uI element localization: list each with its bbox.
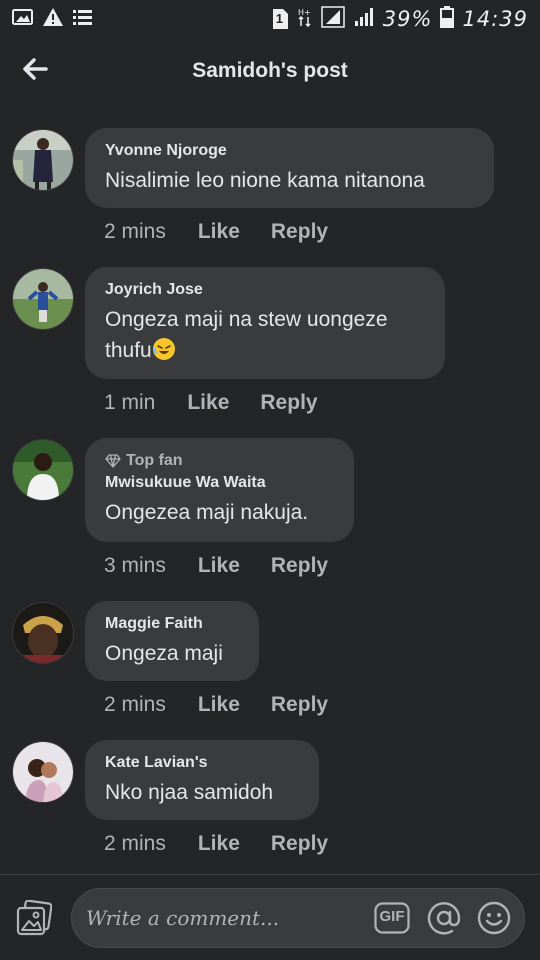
comment-author[interactable]: Joyrich Jose: [105, 281, 425, 299]
comment-input-container: GIF: [71, 888, 525, 948]
list-icon: [72, 8, 94, 31]
comment-actions: 3 mins Like Reply: [104, 554, 328, 578]
avatar[interactable]: [12, 268, 74, 330]
reply-button[interactable]: Reply: [271, 832, 328, 856]
comment-composer: GIF: [0, 875, 540, 960]
app-header: Samidoh's post: [0, 38, 540, 108]
comment-bubble[interactable]: Top fan Mwisukuue Wa Waita Ongezea maji …: [85, 438, 354, 542]
avatar[interactable]: [12, 129, 74, 191]
comment-author[interactable]: Mwisukuue Wa Waita: [105, 474, 334, 492]
reply-button[interactable]: Reply: [260, 391, 317, 415]
like-button[interactable]: Like: [198, 220, 240, 244]
comment-actions: 2 mins Like Reply: [104, 832, 328, 856]
reply-button[interactable]: Reply: [271, 220, 328, 244]
reply-button[interactable]: Reply: [271, 693, 328, 717]
top-fan-badge: Top fan: [105, 452, 334, 470]
comment-actions: 1 min Like Reply: [104, 391, 318, 415]
reply-button[interactable]: Reply: [271, 554, 328, 578]
comment-author[interactable]: Kate Lavian's: [105, 754, 299, 772]
comment-item: Joyrich Jose Ongeza maji na stew uongeze…: [0, 265, 540, 425]
avatar[interactable]: [12, 439, 74, 501]
smiley-icon: [477, 901, 511, 935]
at-icon: [427, 902, 461, 935]
clock: 14:39: [462, 7, 528, 31]
warning-icon: [42, 7, 64, 32]
comment-actions: 2 mins Like Reply: [104, 693, 328, 717]
comment-author[interactable]: Yvonne Njoroge: [105, 142, 474, 160]
sim-icon: 1: [271, 8, 289, 30]
comment-item: Yvonne Njoroge Nisalimie leo nione kama …: [0, 126, 540, 256]
svg-text:H+: H+: [298, 8, 311, 17]
status-bar: 1 H+ 39% 14:39: [0, 0, 540, 38]
comment-time[interactable]: 1 min: [104, 391, 155, 415]
status-left: [12, 7, 94, 32]
avatar[interactable]: [12, 602, 74, 664]
signal-bars-icon: [353, 7, 375, 32]
gif-label: GIF: [379, 908, 405, 925]
comment-time[interactable]: 3 mins: [104, 554, 166, 578]
comment-text: Nko njaa samidoh: [105, 781, 274, 804]
comment-text: Ongeza maji: [105, 642, 223, 665]
sim-slot-number: 1: [275, 11, 284, 26]
comment-input[interactable]: [86, 889, 356, 947]
gif-button[interactable]: GIF: [374, 902, 410, 934]
like-button[interactable]: Like: [187, 391, 229, 415]
signal-icon: [321, 5, 345, 33]
like-button[interactable]: Like: [198, 554, 240, 578]
gallery-icon: [12, 8, 34, 31]
battery-icon: [440, 5, 455, 33]
photo-button[interactable]: [16, 899, 53, 936]
data-icon: H+: [297, 7, 313, 32]
comment-time[interactable]: 2 mins: [104, 220, 166, 244]
comment-bubble[interactable]: Maggie Faith Ongeza maji: [85, 601, 259, 681]
comment-text-body: Ongeza maji na stew uongeze thufu: [105, 308, 388, 362]
like-button[interactable]: Like: [198, 693, 240, 717]
comment-text: Nisalimie leo nione kama nitanona: [105, 169, 425, 192]
badge-label: Top fan: [126, 452, 183, 469]
comment-time[interactable]: 2 mins: [104, 832, 166, 856]
comment-item: Kate Lavian's Nko njaa samidoh 2 mins Li…: [0, 738, 540, 868]
rolling-laughing-emoji-icon: [152, 338, 175, 360]
diamond-icon: [105, 454, 121, 468]
mention-button[interactable]: [426, 900, 462, 936]
comment-time[interactable]: 2 mins: [104, 693, 166, 717]
comment-item: Maggie Faith Ongeza maji 2 mins Like Rep…: [0, 599, 540, 729]
like-button[interactable]: Like: [198, 832, 240, 856]
comment-actions: 2 mins Like Reply: [104, 220, 328, 244]
battery-percent: 39%: [382, 7, 433, 31]
photo-icon: [16, 899, 53, 936]
avatar[interactable]: [12, 741, 74, 803]
comment-bubble[interactable]: Kate Lavian's Nko njaa samidoh: [85, 740, 319, 820]
comment-bubble[interactable]: Joyrich Jose Ongeza maji na stew uongeze…: [85, 267, 445, 379]
comment-author[interactable]: Maggie Faith: [105, 615, 239, 633]
comment-text: Ongeza maji na stew uongeze thufu: [105, 304, 425, 366]
page-title: Samidoh's post: [192, 59, 348, 82]
status-right: 1 H+ 39% 14:39: [271, 5, 528, 33]
emoji-button[interactable]: [476, 900, 512, 936]
comment-item: Top fan Mwisukuue Wa Waita Ongezea maji …: [0, 436, 540, 591]
comment-text: Ongezea maji nakuja.: [105, 501, 309, 524]
comment-bubble[interactable]: Yvonne Njoroge Nisalimie leo nione kama …: [85, 128, 494, 208]
